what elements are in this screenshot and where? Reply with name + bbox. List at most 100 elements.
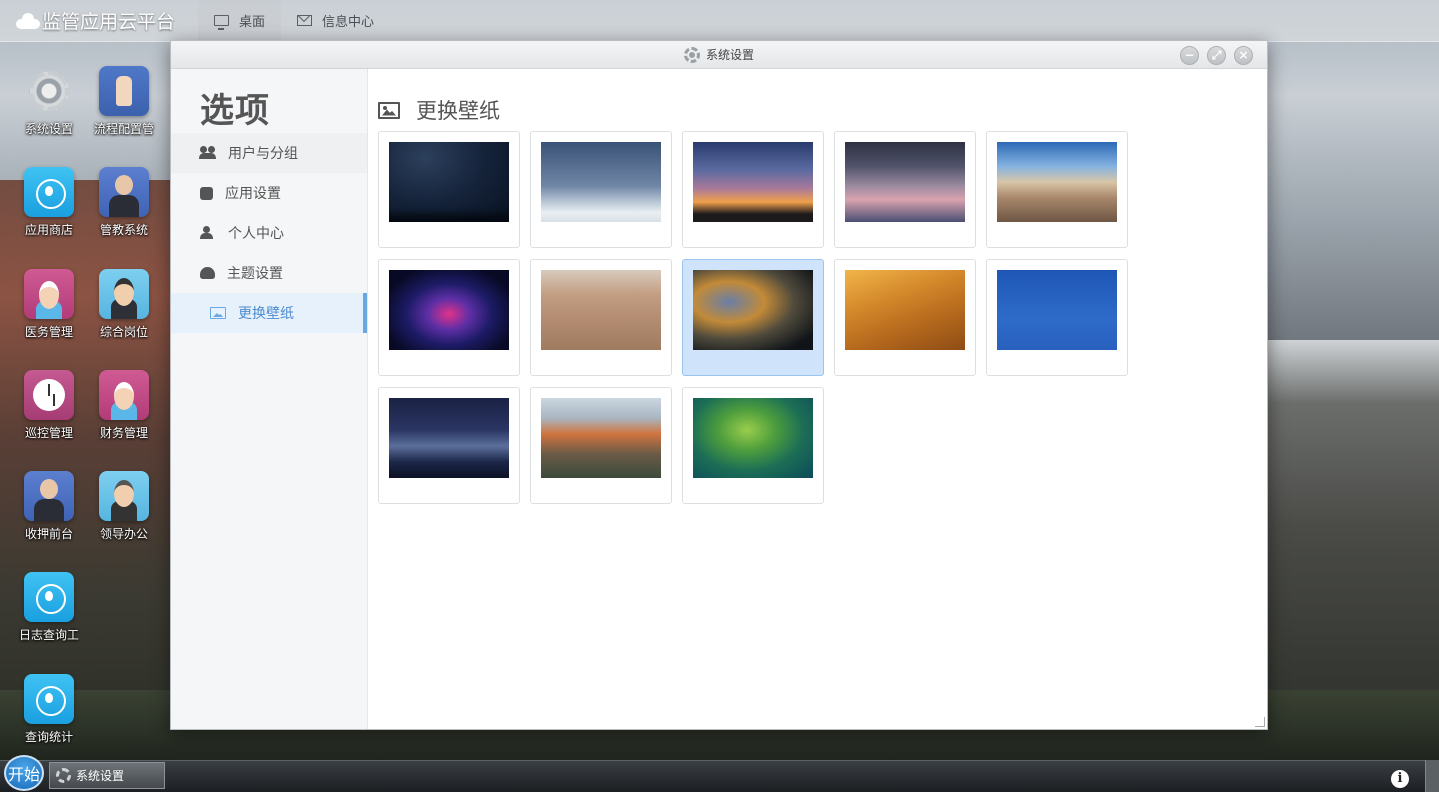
section-heading-label: 更换壁纸 — [416, 99, 500, 123]
wallpaper-thumbnail[interactable] — [682, 131, 824, 248]
desktop-icon-medical[interactable]: 医务管理 — [11, 269, 87, 340]
section-heading: 更换壁纸 — [378, 94, 1267, 126]
wallpaper-thumbnail[interactable] — [834, 259, 976, 376]
close-button[interactable]: × — [1234, 46, 1253, 65]
wallpaper-thumbnail[interactable] — [378, 387, 520, 504]
leader-icon — [99, 471, 149, 521]
top-bar: 监管应用云平台 桌面 信息中心 — [0, 0, 1439, 42]
window-body: 选项 用户与分组 应用设置 个人中心 主题设置 更换壁纸 更换壁纸 — [171, 69, 1267, 729]
maximize-button[interactable]: ⤢ — [1207, 46, 1226, 65]
window-title: 系统设置 — [705, 48, 754, 62]
wallpaper-image — [693, 270, 813, 350]
gear-icon — [56, 768, 71, 783]
picture-icon — [378, 101, 400, 119]
desktop-icon-label: 日志查询工 — [18, 628, 79, 642]
minimize-button[interactable]: − — [1180, 46, 1199, 65]
wallpaper-image — [389, 142, 509, 222]
desktop-icon-general-post[interactable]: 综合岗位 — [86, 269, 162, 340]
desktop-icon-patrol[interactable]: 巡控管理 — [11, 370, 87, 441]
desktop-icon-intake-desk[interactable]: 收押前台 — [11, 471, 87, 542]
wallpaper-image — [693, 398, 813, 478]
sidebar-item-users-groups[interactable]: 用户与分组 — [171, 133, 367, 173]
desktop-icon-query-stats[interactable]: 查询统计 — [11, 674, 87, 745]
sidebar-item-change-wallpaper[interactable]: 更换壁纸 — [171, 293, 367, 333]
desktop-icon-label: 收押前台 — [24, 527, 73, 541]
monitor-icon — [214, 15, 229, 30]
desktop-icon-label: 医务管理 — [24, 325, 73, 339]
taskbar: 开始 系统设置 i — [0, 755, 1439, 792]
desktop-icon-system-settings[interactable]: 系统设置 — [11, 66, 87, 137]
wallpaper-image — [997, 270, 1117, 350]
taskbar-item-system-settings[interactable]: 系统设置 — [49, 762, 165, 789]
wallpaper-thumbnail[interactable] — [530, 259, 672, 376]
desktop-icon-label: 管教系统 — [99, 223, 148, 237]
nurse-icon — [99, 370, 149, 420]
resize-grip[interactable] — [1255, 717, 1265, 727]
start-button[interactable]: 开始 — [4, 755, 44, 791]
sidebar-item-label: 主题设置 — [227, 266, 283, 282]
police-officer-icon — [99, 269, 149, 319]
sidebar-title: 选项 — [200, 91, 270, 131]
show-desktop-button[interactable] — [1425, 760, 1439, 792]
wallpaper-thumbnail[interactable] — [986, 131, 1128, 248]
bible-hand-icon — [99, 66, 149, 116]
wallpaper-image — [389, 398, 509, 478]
users-icon — [199, 146, 216, 160]
gear-icon — [683, 46, 700, 63]
sidebar-item-label: 更换壁纸 — [238, 306, 294, 322]
app-store-icon — [24, 167, 74, 217]
wallpaper-image — [693, 142, 813, 222]
desktop-icon-log-query[interactable]: 日志查询工 — [11, 572, 87, 643]
sidebar-item-personal-center[interactable]: 个人中心 — [171, 213, 367, 253]
suited-man-icon — [24, 471, 74, 521]
clock-icon — [24, 370, 74, 420]
wallpaper-thumbnail[interactable] — [378, 131, 520, 248]
desktop-icon-process-config[interactable]: 流程配置管 — [86, 66, 162, 137]
window-titlebar[interactable]: 系统设置 − ⤢ × — [171, 41, 1267, 69]
brand: 监管应用云平台 — [0, 0, 198, 42]
image-icon — [210, 307, 226, 319]
desktop-icon-label: 巡控管理 — [24, 426, 73, 440]
wallpaper-image — [541, 270, 661, 350]
wallpaper-thumbnail[interactable] — [530, 387, 672, 504]
mail-icon — [297, 15, 313, 26]
tab-desktop[interactable]: 桌面 — [198, 0, 282, 42]
person-icon — [200, 226, 216, 240]
desktop-icon-label: 流程配置管 — [93, 122, 154, 136]
sidebar-item-theme-settings[interactable]: 主题设置 — [171, 253, 367, 293]
tab-message-center[interactable]: 信息中心 — [281, 0, 390, 42]
nurse-icon — [24, 269, 74, 319]
desktop-icon-discipline-system[interactable]: 管教系统 — [86, 167, 162, 238]
desktop-icon-label: 查询统计 — [24, 730, 73, 744]
desktop-icon-label: 财务管理 — [99, 426, 148, 440]
wallpaper-thumbnail[interactable] — [682, 387, 824, 504]
wallpaper-thumbnail-selected[interactable] — [682, 259, 824, 376]
wallpaper-thumbnail[interactable] — [986, 259, 1128, 376]
wallpaper-thumbnail[interactable] — [834, 131, 976, 248]
settings-window: 系统设置 − ⤢ × 选项 用户与分组 应用设置 个人中心 主题设置 更换壁纸 … — [170, 40, 1268, 730]
desktop-icon-leader-office[interactable]: 领导办公 — [86, 471, 162, 542]
phone-icon — [200, 186, 213, 200]
app-store-icon — [24, 572, 74, 622]
sidebar-item-app-settings[interactable]: 应用设置 — [171, 173, 367, 213]
wallpaper-image — [997, 142, 1117, 222]
settings-sidebar: 选项 用户与分组 应用设置 个人中心 主题设置 更换壁纸 — [171, 69, 368, 729]
desktop-icon-finance[interactable]: 财务管理 — [86, 370, 162, 441]
desktop-icon-label: 综合岗位 — [99, 325, 148, 339]
wallpaper-thumbnail[interactable] — [378, 259, 520, 376]
taskbar-item-label: 系统设置 — [76, 769, 125, 783]
officer-icon — [99, 167, 149, 217]
desktop-icon-label: 领导办公 — [99, 527, 148, 541]
wallpaper-thumbnail[interactable] — [530, 131, 672, 248]
desktop-icon-label: 应用商店 — [24, 223, 73, 237]
sidebar-item-label: 应用设置 — [225, 186, 281, 202]
window-controls: − ⤢ × — [1180, 46, 1253, 65]
info-icon[interactable]: i — [1391, 770, 1409, 788]
sidebar-item-label: 用户与分组 — [228, 146, 298, 162]
wallpaper-image — [541, 142, 661, 222]
wallpaper-image — [389, 270, 509, 350]
desktop-icon-app-store[interactable]: 应用商店 — [11, 167, 87, 238]
brand-title: 监管应用云平台 — [42, 11, 176, 33]
tab-message-center-label: 信息中心 — [322, 15, 375, 30]
app-store-icon — [24, 674, 74, 724]
